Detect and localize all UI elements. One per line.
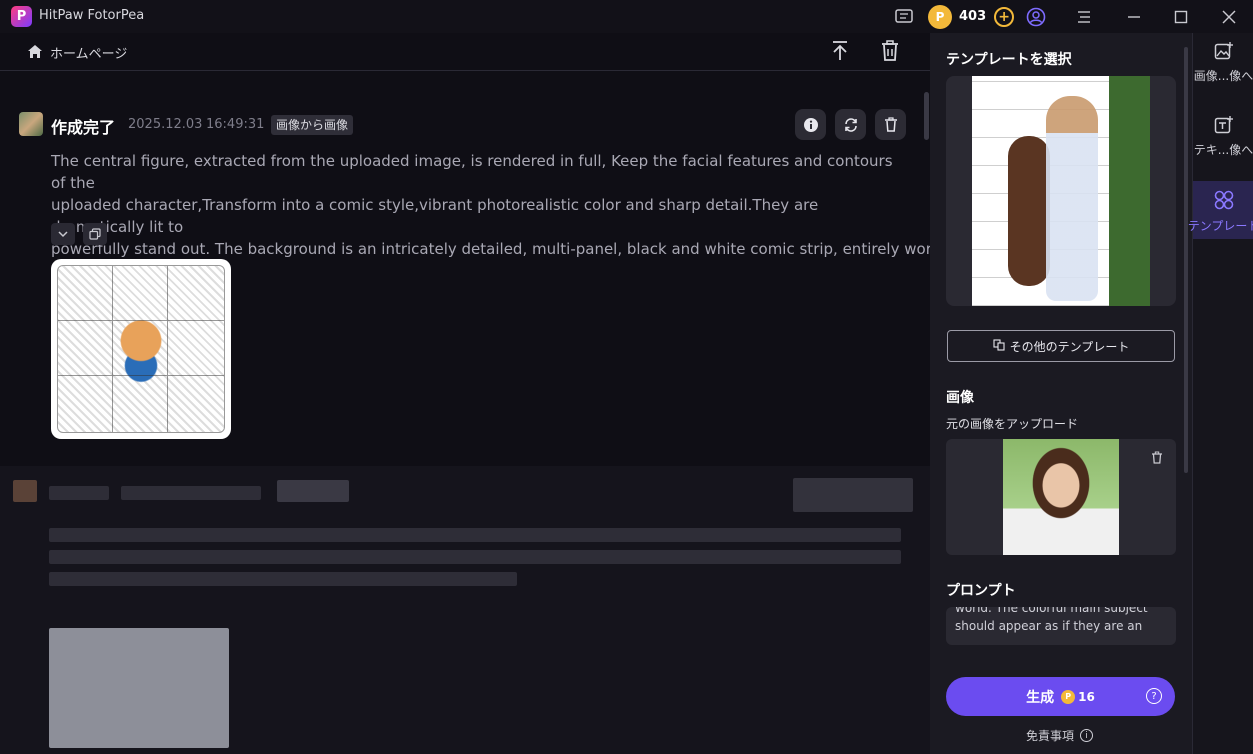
status-label: 作成完了 [51,118,116,137]
blurred-buttons [793,478,913,512]
blurred-text [49,528,901,542]
app-logo: P [11,6,32,27]
template-icon [993,338,1005,354]
nav-text-to-image[interactable]: テキ...像へ [1193,115,1253,173]
help-icon[interactable]: ? [1146,688,1162,704]
delete-all-icon[interactable] [880,40,900,66]
info-icon [803,117,818,132]
info-icon: i [1080,729,1094,742]
mode-badge: 画像から画像 [271,115,354,135]
home-icon[interactable] [27,44,43,63]
generate-cost: 16 [1078,689,1095,704]
trash-icon [884,117,897,132]
blurred-text [49,550,901,564]
scroll-top-icon[interactable] [830,40,850,66]
previous-result-card [0,466,930,754]
result-time: 16:49:31 [206,117,265,132]
blurred-image [49,628,229,748]
panel-scrollbar[interactable] [1184,47,1188,473]
prompt-line: uploaded character,Transform into a comi… [51,196,819,236]
prompt-input-line: world. The colorful main subject [955,607,1148,615]
disclaimer-link[interactable]: 免責事項 i [1026,727,1094,744]
menu-icon[interactable] [1074,7,1094,27]
image-section-subtitle: 元の画像をアップロード [946,417,1079,431]
comic-image [57,265,225,433]
blurred-text [49,572,517,586]
nav-label: テキ...像へ [1193,143,1253,157]
regenerate-button[interactable] [835,109,866,140]
image-section-title: 画像 [946,390,974,406]
image-plus-icon [1214,42,1233,60]
prompt-line: powerfully stand out. The background is … [51,240,930,258]
template-title: テンプレートを選択 [946,52,1072,68]
breadcrumb: ホームページ [0,33,930,71]
disclaimer-label: 免責事項 [1026,729,1075,743]
info-button[interactable] [795,109,826,140]
template-image [972,76,1150,306]
scrollbar[interactable] [924,92,929,140]
prompt-text: The central figure, extracted from the u… [51,150,930,260]
refresh-icon [844,117,857,132]
title-bar: P HitPaw FotorPea P 403 + [0,0,1253,33]
expand-prompt-button[interactable] [51,223,75,245]
remove-image-icon[interactable] [1151,449,1163,468]
more-templates-label: その他のテンプレート [1009,339,1130,354]
source-thumbnail [19,112,43,136]
result-date: 2025.12.03 [128,117,203,132]
nav-label: テンプレート [1187,219,1253,233]
more-templates-button[interactable]: その他のテンプレート [947,330,1175,362]
prompt-line: The central figure, extracted from the u… [51,152,893,192]
result-image[interactable] [51,259,231,439]
template-preview[interactable] [946,76,1176,306]
home-link[interactable]: ホームページ [50,43,127,62]
blurred-avatar [13,480,37,502]
maximize-icon[interactable] [1171,7,1191,27]
nav-image-to-image[interactable]: 画像...像へ [1193,41,1253,99]
delete-result-button[interactable] [875,109,906,140]
feedback-icon[interactable] [894,7,914,27]
history-feed: 作成完了 2025.12.03 16:49:31 画像から画像 The cent… [0,71,930,754]
blurred-text [49,486,109,500]
coin-icon: P [1061,689,1076,704]
template-figure [1046,96,1098,301]
close-icon[interactable] [1219,7,1239,27]
template-grid-icon [1214,190,1233,210]
generate-button[interactable]: 生成 P 16 ? [946,677,1175,716]
coin-balance[interactable]: P 403 + [928,4,1015,29]
template-horse [1008,136,1050,286]
uploaded-portrait [1003,439,1119,555]
result-card: 作成完了 2025.12.03 16:49:31 画像から画像 The cent… [0,71,930,463]
upload-area[interactable] [946,439,1176,555]
minimize-icon[interactable] [1124,7,1144,27]
nav-label: 画像...像へ [1193,69,1253,83]
blurred-badge [277,480,349,502]
coin-count: 403 [959,9,987,24]
add-coins-button[interactable]: + [994,6,1015,27]
chevron-down-icon [58,231,68,238]
prompt-input-line: should appear as if they are an [955,619,1143,633]
coin-icon: P [928,4,952,29]
blurred-text [121,486,261,500]
copy-icon [89,228,101,240]
side-navigation: 画像...像へ テキ...像へ テンプレート [1188,33,1253,754]
prompt-input[interactable]: world. The colorful main subject should … [946,607,1176,645]
copy-prompt-button[interactable] [83,223,107,245]
generation-panel: テンプレートを選択 その他のテンプレート 画像 元の画像をアップロード プロンプ… [930,33,1192,754]
generate-label: 生成 [1026,689,1055,706]
app-title: HitPaw FotorPea [39,8,145,23]
nav-templates[interactable]: テンプレート [1188,181,1253,239]
account-icon[interactable] [1026,7,1046,27]
prompt-section-title: プロンプト [946,583,1016,599]
text-image-icon [1214,116,1233,134]
